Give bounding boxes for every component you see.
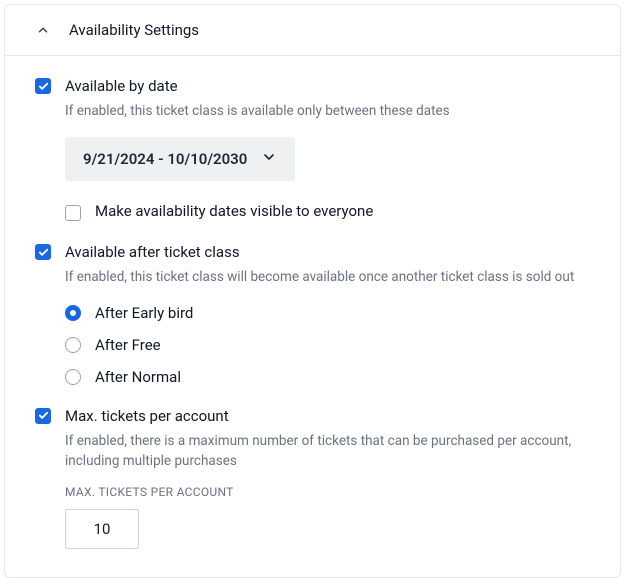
availability-settings-panel: Availability Settings Available by date … [4, 4, 621, 578]
date-range-value: 9/21/2024 - 10/10/2030 [83, 150, 247, 168]
radio-option-free[interactable]: After Free [65, 336, 590, 354]
panel-title: Availability Settings [69, 21, 199, 39]
setting-available-after: Available after ticket class If enabled,… [35, 242, 590, 385]
visibility-checkbox[interactable] [65, 205, 81, 221]
panel-header[interactable]: Availability Settings [5, 5, 620, 56]
setting-available-by-date: Available by date If enabled, this ticke… [35, 76, 590, 222]
chevron-up-icon [35, 22, 51, 38]
available-by-date-checkbox[interactable] [35, 78, 51, 94]
radio-label-early-bird: After Early bird [95, 304, 193, 322]
setting-max-tickets: Max. tickets per account If enabled, the… [35, 406, 590, 550]
max-tickets-checkbox[interactable] [35, 408, 51, 424]
radio-normal[interactable] [65, 369, 81, 385]
max-tickets-input[interactable] [65, 509, 139, 549]
available-by-date-description: If enabled, this ticket class is availab… [65, 101, 590, 121]
chevron-down-icon [261, 149, 277, 169]
available-after-label: Available after ticket class [65, 242, 590, 263]
max-tickets-label: Max. tickets per account [65, 406, 590, 427]
radio-label-normal: After Normal [95, 368, 181, 386]
max-tickets-description: If enabled, there is a maximum number of… [65, 431, 590, 472]
radio-free[interactable] [65, 337, 81, 353]
panel-body: Available by date If enabled, this ticke… [5, 56, 620, 577]
available-after-description: If enabled, this ticket class will becom… [65, 267, 590, 287]
radio-option-normal[interactable]: After Normal [65, 368, 590, 386]
radio-early-bird[interactable] [65, 305, 81, 321]
available-by-date-label: Available by date [65, 76, 590, 97]
max-tickets-caption: MAX. TICKETS PER ACCOUNT [65, 485, 590, 499]
radio-label-free: After Free [95, 336, 161, 354]
after-ticket-radio-group: After Early bird After Free After Normal [65, 304, 590, 386]
radio-option-early-bird[interactable]: After Early bird [65, 304, 590, 322]
visibility-label: Make availability dates visible to every… [95, 201, 373, 222]
available-after-checkbox[interactable] [35, 244, 51, 260]
date-range-picker[interactable]: 9/21/2024 - 10/10/2030 [65, 137, 295, 181]
